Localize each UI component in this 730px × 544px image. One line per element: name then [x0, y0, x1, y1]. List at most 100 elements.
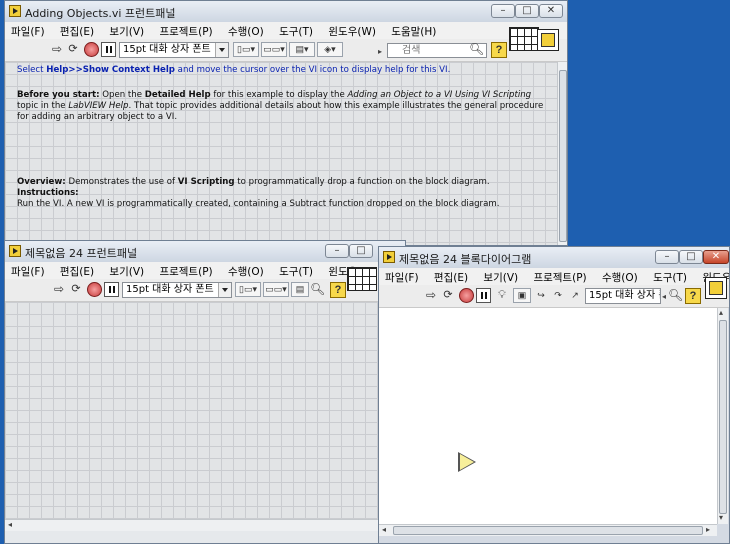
font-selector[interactable]: 15pt 대화 상자 폰트 — [119, 42, 229, 58]
distribute-objects-icon[interactable]: ▭▭▾ — [261, 42, 287, 57]
scroll-left-icon[interactable]: ◂ — [662, 292, 666, 302]
step-into-icon[interactable]: ↪ — [533, 288, 549, 303]
close-button[interactable]: ✕ — [703, 250, 729, 264]
step-over-icon[interactable]: ↷ — [550, 288, 566, 303]
menu-edit[interactable]: 편집(E) — [428, 268, 474, 285]
instructions-text: Run the VI. A new VI is programmatically… — [17, 199, 500, 209]
highlight-execution-icon[interactable]: 💡︎ — [494, 288, 510, 303]
horizontal-scrollbar[interactable]: ◂ ▸ — [379, 524, 717, 536]
menu-edit[interactable]: 편집(E) — [54, 22, 100, 39]
title-bar[interactable]: 제목없음 24 블록다이어그램 – □ ✕ — [379, 247, 729, 268]
context-help-icon[interactable]: ? — [491, 42, 507, 58]
menu-tools[interactable]: 도구(T) — [647, 268, 693, 285]
menu-operate[interactable]: 수행(O) — [222, 262, 270, 279]
scroll-down-icon[interactable]: ▾ — [719, 513, 723, 523]
labview-vi-icon — [9, 245, 21, 257]
context-help-icon[interactable]: ? — [685, 288, 701, 304]
menu-file[interactable]: 파일(F) — [5, 262, 51, 279]
menu-project[interactable]: 프로젝트(P) — [153, 22, 218, 39]
pause-icon[interactable] — [101, 42, 116, 57]
front-panel-canvas[interactable] — [5, 302, 405, 519]
status-strip — [5, 531, 405, 543]
maximize-button[interactable]: □ — [349, 244, 373, 258]
toolbar: ⇨ ⟳ 15pt 대화 상자 폰트 ▯▭▾ ▭▭▾ ▤ 🔍︎ ? — [5, 267, 405, 302]
minimize-button[interactable]: – — [655, 250, 679, 264]
search-icon[interactable]: 🔍︎ — [668, 288, 683, 302]
vi-icon[interactable] — [537, 29, 559, 51]
menu-project[interactable]: 프로젝트(P) — [153, 262, 218, 279]
run-continuously-icon[interactable]: ⟳ — [68, 282, 84, 297]
pause-icon[interactable] — [104, 282, 119, 297]
instructions-label: Instructions: — [17, 188, 79, 198]
horizontal-scrollbar[interactable]: ◂ — [5, 519, 405, 531]
menu-window[interactable]: 윈도우(W) — [322, 22, 382, 39]
font-selector-value: 15pt 대화 상자 폰트 — [126, 284, 214, 295]
search-icon[interactable]: 🔍︎ — [310, 282, 325, 296]
menu-view[interactable]: 보기(V) — [103, 262, 150, 279]
font-selector-value: 15pt 대화 상자 폰트 — [123, 44, 211, 55]
resize-objects-icon[interactable]: ▤ — [291, 282, 309, 297]
overview-text: Overview: Demonstrates the use of VI Scr… — [17, 177, 490, 187]
font-selector[interactable]: 15pt 대화 상자 폰 — [585, 288, 661, 304]
step-out-icon[interactable]: ↗ — [567, 288, 583, 303]
menu-help[interactable]: 도움말(H) — [385, 22, 442, 39]
scroll-left-icon[interactable]: ◂ — [8, 520, 12, 530]
untitled-front-panel-window[interactable]: 제목없음 24 프런트패널 – □ 파일(F) 편집(E) 보기(V) 프로젝트… — [4, 240, 406, 544]
vi-icon[interactable] — [705, 277, 727, 299]
close-button[interactable]: ✕ — [539, 4, 563, 18]
menu-view[interactable]: 보기(V) — [103, 22, 150, 39]
menu-bar: 파일(F) 편집(E) 보기(V) 프로젝트(P) 수행(O) 도구(T) 윈도… — [379, 268, 729, 285]
align-objects-icon[interactable]: ▯▭▾ — [233, 42, 259, 57]
vertical-scrollbar[interactable]: ▴ ▾ — [717, 308, 728, 524]
scroll-thumb[interactable] — [393, 526, 703, 535]
font-selector[interactable]: 15pt 대화 상자 폰트 — [122, 282, 232, 298]
maximize-button[interactable]: □ — [679, 250, 703, 264]
run-arrow-icon[interactable]: ⇨ — [51, 282, 67, 297]
abort-execution-icon[interactable] — [87, 282, 102, 297]
resize-objects-icon[interactable]: ▤▾ — [289, 42, 315, 57]
connector-pane-icon[interactable] — [347, 267, 377, 291]
menu-edit[interactable]: 편집(E) — [54, 262, 100, 279]
context-help-icon[interactable]: ? — [330, 282, 346, 298]
untitled-block-diagram-window[interactable]: 제목없음 24 블록다이어그램 – □ ✕ 파일(F) 편집(E) 보기(V) … — [378, 246, 730, 544]
search-expand-icon[interactable]: ▸ — [378, 47, 382, 57]
connector-pane-icon[interactable] — [509, 27, 539, 51]
menu-tools[interactable]: 도구(T) — [273, 262, 319, 279]
align-objects-icon[interactable]: ▯▭▾ — [235, 282, 261, 297]
adding-objects-front-panel-window[interactable]: Adding Objects.vi 프런트패널 – □ ✕ 파일(F) 편집(E… — [4, 0, 568, 246]
menu-file[interactable]: 파일(F) — [5, 22, 51, 39]
distribute-objects-icon[interactable]: ▭▭▾ — [263, 282, 289, 297]
menu-operate[interactable]: 수행(O) — [596, 268, 644, 285]
pause-icon[interactable] — [476, 288, 491, 303]
vertical-scrollbar[interactable] — [557, 62, 567, 245]
menu-file[interactable]: 파일(F) — [379, 268, 425, 285]
menu-tools[interactable]: 도구(T) — [273, 22, 319, 39]
menu-operate[interactable]: 수행(O) — [222, 22, 270, 39]
run-continuously-icon[interactable]: ⟳ — [440, 288, 456, 303]
title-bar[interactable]: 제목없음 24 프런트패널 – □ — [5, 241, 405, 262]
menu-project[interactable]: 프로젝트(P) — [527, 268, 592, 285]
abort-execution-icon[interactable] — [459, 288, 474, 303]
menu-bar: 파일(F) 편집(E) 보기(V) 프로젝트(P) 수행(O) 도구(T) 윈도… — [5, 262, 405, 279]
menu-bar: 파일(F) 편집(E) 보기(V) 프로젝트(P) 수행(O) 도구(T) 윈도… — [5, 22, 567, 39]
search-icon[interactable]: 🔍︎ — [469, 42, 484, 56]
toolbar: ⇨ ⟳ 15pt 대화 상자 폰트 ▯▭▾ ▭▭▾ ▤▾ ◈▾ ▸ 검색 🔍︎ … — [5, 27, 567, 62]
maximize-button[interactable]: □ — [515, 4, 539, 18]
scroll-thumb[interactable] — [559, 70, 567, 242]
abort-execution-icon[interactable] — [84, 42, 99, 57]
run-arrow-icon[interactable]: ⇨ — [49, 42, 65, 57]
menu-view[interactable]: 보기(V) — [477, 268, 524, 285]
scroll-left-icon[interactable]: ◂ — [382, 525, 386, 535]
run-arrow-icon[interactable]: ⇨ — [423, 288, 439, 303]
scroll-right-icon[interactable]: ▸ — [706, 525, 710, 535]
minimize-button[interactable]: – — [325, 244, 349, 258]
minimize-button[interactable]: – — [491, 4, 515, 18]
scroll-up-icon[interactable]: ▴ — [719, 308, 723, 318]
retain-wire-values-icon[interactable]: ▣ — [513, 288, 531, 303]
block-diagram-canvas[interactable] — [379, 308, 717, 524]
font-selector-value: 15pt 대화 상자 폰 — [589, 290, 661, 301]
reorder-icon[interactable]: ◈▾ — [317, 42, 343, 57]
title-bar[interactable]: Adding Objects.vi 프런트패널 – □ ✕ — [5, 1, 567, 22]
scroll-thumb[interactable] — [719, 320, 727, 514]
run-continuously-icon[interactable]: ⟳ — [65, 42, 81, 57]
